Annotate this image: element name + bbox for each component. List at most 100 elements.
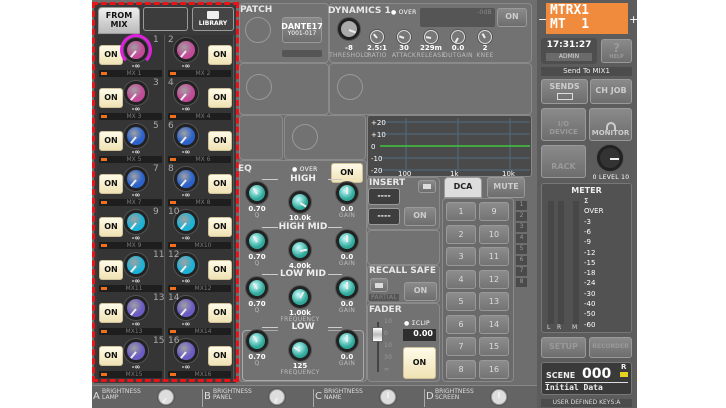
eq-q-knob[interactable] (246, 277, 268, 299)
mix-on-button[interactable]: ON (99, 217, 123, 237)
mix-on-button[interactable]: ON (99, 131, 123, 151)
send-level-knob[interactable] (174, 167, 198, 191)
insert-popup-button[interactable] (418, 180, 436, 193)
dca-button-10[interactable]: 10 (479, 224, 509, 244)
dca-button-16[interactable]: 16 (479, 359, 509, 379)
dca-button-2[interactable]: 2 (446, 224, 476, 244)
brightness-knob[interactable] (269, 389, 285, 405)
send-level-knob[interactable] (124, 124, 148, 148)
slot-circle[interactable] (246, 74, 272, 100)
patch-port-button[interactable]: DANTE17 Y001-017 (281, 17, 323, 43)
send-level-knob[interactable] (174, 38, 198, 62)
mix-on-button[interactable]: ON (99, 88, 123, 108)
eq-q-knob[interactable] (246, 330, 268, 352)
slot-circle[interactable] (292, 124, 318, 150)
brightness-knob[interactable] (380, 389, 396, 405)
help-button[interactable]: ? HELP (601, 39, 632, 63)
dca-button-4[interactable]: 4 (446, 269, 476, 289)
monitor-level-knob[interactable] (597, 145, 623, 171)
mix-on-button[interactable]: ON (99, 346, 123, 366)
send-level-knob[interactable] (124, 210, 148, 234)
recorder-button[interactable]: RECORDER (589, 337, 632, 358)
setup-button[interactable]: SETUP (541, 337, 586, 358)
insert-slot-2[interactable]: ---- (368, 208, 400, 225)
dca-button-6[interactable]: 6 (446, 314, 476, 334)
mix-on-button[interactable]: ON (208, 131, 232, 151)
eq-frequency-knob[interactable] (289, 191, 311, 213)
eq-gain-knob[interactable] (336, 330, 358, 352)
eq-gain-knob[interactable] (336, 277, 358, 299)
send-level-knob[interactable] (124, 296, 148, 320)
channel-next-button[interactable]: + (629, 13, 638, 26)
io-device-button[interactable]: I/O DEVICE (541, 108, 586, 141)
send-level-knob[interactable] (124, 339, 148, 363)
send-level-knob[interactable] (124, 81, 148, 105)
ch-job-button[interactable]: CH JOB (590, 79, 632, 104)
eq-frequency-knob[interactable] (289, 286, 311, 308)
scene-panel[interactable]: SCENE 000 R Initial Data (541, 362, 632, 395)
tab-mute[interactable]: MUTE (487, 177, 525, 198)
dca-button-3[interactable]: 3 (446, 247, 476, 266)
dca-button-11[interactable]: 11 (479, 247, 509, 266)
fader-handle[interactable] (372, 327, 383, 342)
dca-button-15[interactable]: 15 (479, 337, 509, 356)
mix-on-button[interactable]: ON (99, 303, 123, 323)
dca-button-14[interactable]: 14 (479, 314, 509, 334)
dca-button-7[interactable]: 7 (446, 337, 476, 356)
recall-safe-popup-button[interactable] (370, 278, 388, 292)
send-level-knob[interactable] (174, 124, 198, 148)
mix-on-button[interactable]: ON (208, 174, 232, 194)
eq-q-knob[interactable] (246, 182, 268, 204)
monitor-button[interactable]: MONITOR (589, 108, 632, 141)
insert-slot-1[interactable]: ---- (368, 188, 400, 205)
eq-q-knob[interactable] (246, 230, 268, 252)
tab-dca[interactable]: DCA (444, 177, 482, 198)
dynamics-knee-knob[interactable] (478, 30, 492, 44)
meter-panel[interactable]: METER Σ OVER -3 -6 -9 -12 -15 -18 -24 -30 -40 -50 -6… (541, 183, 632, 333)
dynamics-on-button[interactable]: ON (497, 8, 527, 27)
dynamics-ratio-knob[interactable] (370, 30, 384, 44)
send-level-knob[interactable] (124, 253, 148, 277)
sends-button[interactable]: SENDS (541, 79, 588, 104)
dynamics-outgain-knob[interactable] (451, 30, 465, 44)
mix-on-button[interactable]: ON (208, 88, 232, 108)
dca-button-1[interactable]: 1 (446, 202, 476, 221)
mix-on-button[interactable]: ON (208, 346, 232, 366)
mix-on-button[interactable]: ON (208, 303, 232, 323)
tab-blank[interactable] (143, 7, 188, 31)
eq-gain-label: GAIN (338, 360, 356, 367)
send-level-knob[interactable] (124, 167, 148, 191)
mix-on-button[interactable]: ON (208, 45, 232, 65)
tab-from-mix[interactable]: FROM MIX (98, 7, 140, 34)
eq-on-button[interactable]: ON (331, 163, 363, 183)
eq-frequency-knob[interactable] (289, 339, 311, 361)
eq-gain-knob[interactable] (336, 182, 358, 204)
eq-frequency-knob[interactable] (289, 239, 311, 261)
library-button[interactable]: LIBRARY (192, 7, 234, 31)
insert-on-button[interactable]: ON (404, 207, 436, 226)
dca-button-5[interactable]: 5 (446, 292, 476, 311)
user-label[interactable]: ADMIN (546, 53, 592, 61)
send-level-knob[interactable] (174, 81, 198, 105)
slot-circle[interactable] (337, 74, 363, 100)
recall-safe-on-button[interactable]: ON (404, 282, 437, 301)
dca-button-12[interactable]: 12 (479, 269, 509, 289)
dynamics-release-knob[interactable] (424, 30, 438, 44)
patch-slot-circle[interactable] (245, 17, 271, 43)
eq-gain-knob[interactable] (336, 230, 358, 252)
mix-on-button[interactable]: ON (208, 217, 232, 237)
mix-on-button[interactable]: ON (208, 260, 232, 280)
fader-on-button[interactable]: ON (403, 347, 436, 379)
brightness-knob[interactable] (491, 389, 507, 405)
channel-name-display[interactable]: MTRX1 MT 1 (546, 3, 628, 34)
fader-value[interactable]: 0.00 (403, 329, 436, 341)
mix-on-button[interactable]: ON (99, 260, 123, 280)
dca-button-9[interactable]: 9 (479, 202, 509, 221)
dynamics-threshold-knob[interactable] (338, 18, 360, 40)
mix-on-button[interactable]: ON (99, 174, 123, 194)
dca-button-13[interactable]: 13 (479, 292, 509, 311)
rack-button[interactable]: RACK (541, 145, 586, 178)
dynamics-attack-knob[interactable] (397, 30, 411, 44)
brightness-knob[interactable] (158, 389, 174, 405)
dca-button-8[interactable]: 8 (446, 359, 476, 379)
